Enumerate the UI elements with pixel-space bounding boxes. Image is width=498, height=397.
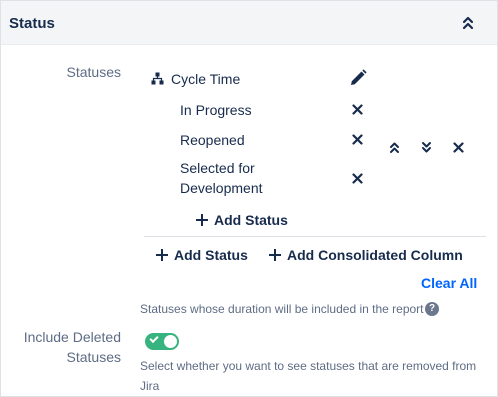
clear-all-link[interactable]: Clear All bbox=[421, 275, 477, 291]
move-down-chevrons-icon[interactable] bbox=[420, 140, 433, 155]
add-status-button[interactable]: Add Status bbox=[156, 247, 248, 263]
group-add-status-button[interactable]: Add Status bbox=[196, 212, 288, 228]
remove-group-close-icon[interactable] bbox=[453, 142, 464, 153]
include-deleted-label-line2: Statuses bbox=[66, 349, 121, 365]
status-item-in-progress: In Progress bbox=[180, 102, 252, 118]
add-status-label: Add Status bbox=[174, 247, 248, 263]
divider bbox=[144, 236, 486, 237]
status-item-selected-line2: Development bbox=[180, 180, 263, 196]
panel-title: Status bbox=[9, 15, 55, 32]
statuses-help-text: Statuses whose duration will be included… bbox=[140, 302, 424, 316]
status-panel: Status Statuses Cycle Time In Progress R… bbox=[0, 0, 498, 397]
group-name: Cycle Time bbox=[171, 71, 241, 87]
plus-icon bbox=[196, 214, 208, 226]
status-item-reopened: Reopened bbox=[180, 132, 245, 148]
include-deleted-toggle[interactable] bbox=[145, 333, 179, 350]
remove-selected-close-icon[interactable] bbox=[352, 173, 363, 184]
panel-header: Status bbox=[1, 1, 497, 45]
status-item-selected-line1: Selected for bbox=[180, 160, 255, 176]
group-add-status-label: Add Status bbox=[214, 212, 288, 228]
collapse-chevrons-up-icon[interactable] bbox=[459, 13, 477, 33]
remove-reopened-close-icon[interactable] bbox=[352, 134, 363, 145]
hierarchy-icon bbox=[151, 72, 164, 85]
add-consolidated-column-button[interactable]: Add Consolidated Column bbox=[269, 247, 463, 263]
statuses-label: Statuses bbox=[66, 64, 121, 80]
include-deleted-help-line2: Jira bbox=[140, 379, 160, 393]
info-icon[interactable]: ? bbox=[425, 302, 439, 316]
include-deleted-label-line1: Include Deleted bbox=[23, 329, 121, 345]
edit-pencil-icon[interactable] bbox=[349, 69, 367, 87]
toggle-knob bbox=[164, 335, 177, 348]
remove-in-progress-close-icon[interactable] bbox=[352, 104, 363, 115]
add-consolidated-label: Add Consolidated Column bbox=[287, 247, 463, 263]
plus-icon bbox=[156, 249, 168, 261]
include-deleted-help-line1: Select whether you want to see statuses … bbox=[140, 359, 477, 373]
plus-icon bbox=[269, 249, 281, 261]
move-up-chevrons-icon[interactable] bbox=[388, 140, 401, 155]
check-icon bbox=[149, 333, 159, 344]
